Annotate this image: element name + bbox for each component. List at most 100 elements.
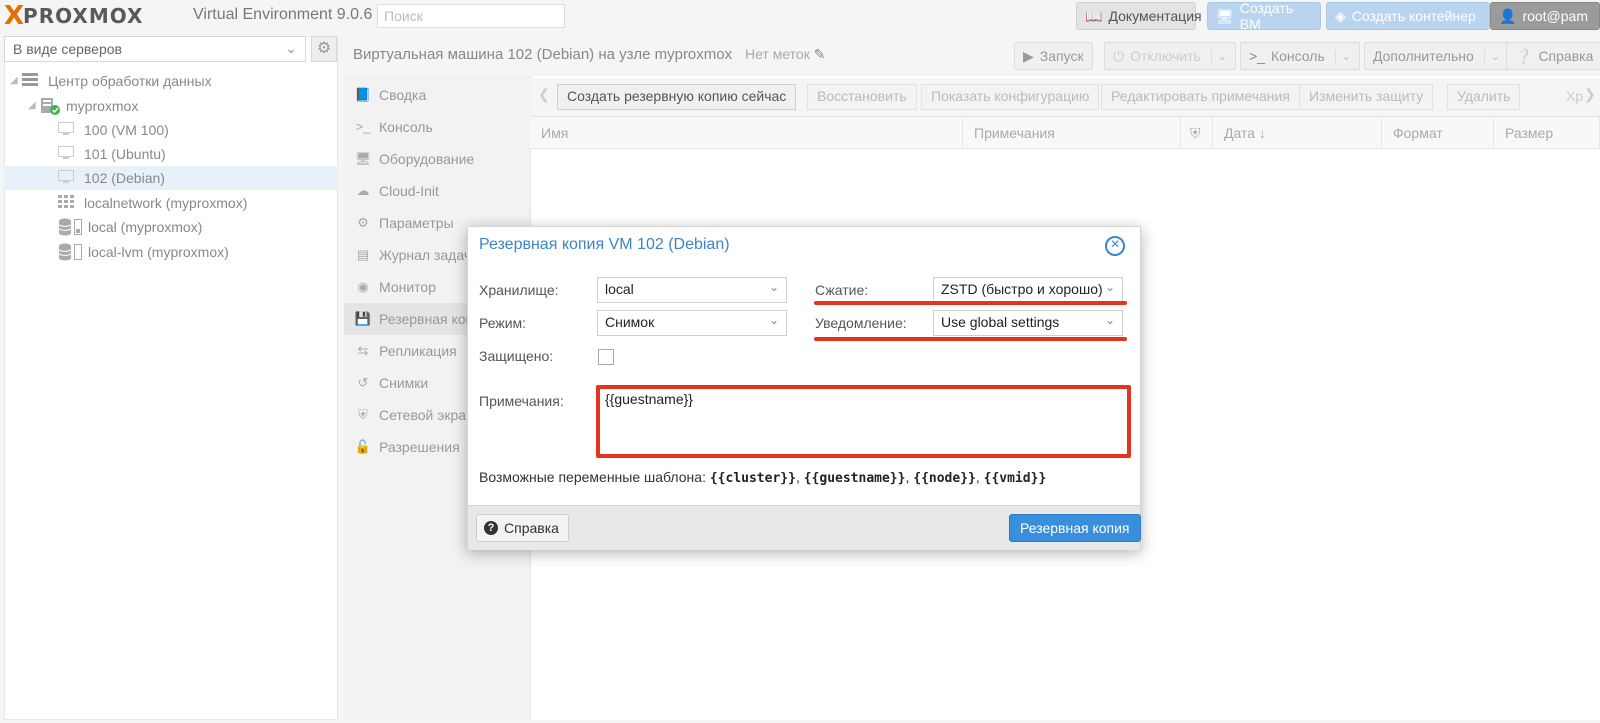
floppy-icon: 💾	[354, 311, 372, 326]
backup-submit-button[interactable]: Резервная копия	[1009, 514, 1141, 542]
collapse-icon: ◢	[28, 100, 36, 111]
protected-label: Защищено:	[479, 348, 554, 364]
nav-hardware[interactable]: 🖥 Оборудование	[344, 143, 530, 175]
mode-select[interactable]: Снимок ⌄	[597, 310, 787, 336]
proxmox-logo: X PROXMOX	[4, 1, 144, 31]
backup-now-button[interactable]: Создать резервную копию сейчас	[557, 84, 797, 110]
book-icon: 📖	[1085, 7, 1103, 24]
vm-icon	[58, 122, 74, 135]
question-icon: ?	[484, 521, 498, 535]
view-selector[interactable]: В виде серверов ⌄	[4, 36, 306, 62]
tree-item-localnetwork[interactable]: localnetwork (myproxmox)	[4, 191, 338, 215]
highlight-underline-compression	[814, 301, 1127, 305]
notes-label: Примечания:	[479, 393, 564, 409]
column-name[interactable]: Имя	[530, 117, 963, 149]
column-format[interactable]: Формат	[1382, 117, 1494, 149]
dialog-title: Резервная копия VM 102 (Debian)	[479, 236, 730, 253]
network-icon	[58, 195, 74, 208]
vm-icon	[58, 146, 74, 159]
column-date[interactable]: Дата ↓	[1213, 117, 1382, 149]
edit-notes-button[interactable]: Редактировать примечания	[1101, 84, 1300, 110]
nav-cloud-init[interactable]: ☁ Cloud-Init	[344, 175, 530, 207]
compression-label: Сжатие:	[815, 282, 869, 298]
collapse-icon: ◢	[10, 75, 18, 86]
dialog-help-button[interactable]: ? Справка	[476, 514, 569, 542]
page-title: Виртуальная машина 102 (Debian) на узле …	[353, 46, 733, 63]
create-vm-button[interactable]: 🖥 Создать ВМ	[1207, 0, 1321, 32]
cube-icon: ◈	[1335, 7, 1346, 24]
retweet-icon: ⇆	[357, 343, 369, 358]
storage-label: Хранилище:	[479, 282, 559, 298]
tags-editor[interactable]: Нет меток ✎	[745, 46, 825, 63]
cloud-icon: ☁	[356, 183, 370, 198]
shutdown-button[interactable]: ⏻ Отключить ⌄	[1104, 42, 1237, 70]
restore-button[interactable]: Восстановить	[807, 84, 917, 110]
datacenter-icon	[22, 73, 38, 86]
scroll-right-icon[interactable]: ❯	[1584, 86, 1596, 103]
help-button[interactable]: ❔ Справка	[1506, 42, 1600, 70]
shield-icon: ⛨	[358, 407, 368, 422]
highlight-box-notes	[596, 385, 1131, 458]
documentation-button[interactable]: 📖 Документация	[1076, 2, 1202, 30]
terminal-icon: >_	[1249, 48, 1265, 64]
show-config-button[interactable]: Показать конфигурацию	[921, 84, 1100, 110]
mode-label: Режим:	[479, 315, 527, 331]
tree-item-node[interactable]: ◢ myproxmox	[4, 94, 338, 118]
shield-icon[interactable]: ⛨	[1181, 117, 1213, 149]
nav-console[interactable]: >_ Консоль	[344, 111, 530, 143]
notification-select[interactable]: Use global settings ⌄	[933, 310, 1123, 336]
scroll-left-icon[interactable]: ❮	[538, 86, 550, 103]
console-button[interactable]: >_ Консоль ⌄	[1240, 42, 1360, 70]
unlock-icon: 🔓	[354, 439, 372, 454]
close-icon[interactable]: ×	[1105, 236, 1125, 256]
storage-icon	[58, 243, 82, 261]
product-version: Virtual Environment 9.0.6	[193, 6, 373, 23]
create-container-button[interactable]: ◈ Создать контейнер	[1326, 2, 1490, 30]
storage-selector-truncated[interactable]: Хр	[1566, 88, 1583, 104]
column-notes[interactable]: Примечания	[963, 117, 1181, 149]
vm-icon	[58, 170, 74, 183]
question-icon: ❔	[1515, 47, 1533, 64]
play-icon: ▶	[1023, 47, 1034, 64]
tree-item-vm-101[interactable]: 101 (Ubuntu)	[4, 142, 338, 166]
chevron-down-icon[interactable]: ⌄	[1334, 49, 1351, 63]
gear-icon: ⚙	[357, 215, 369, 230]
search-input[interactable]: Поиск	[377, 4, 565, 28]
chevron-down-icon[interactable]: ⌄	[1210, 49, 1227, 63]
protected-checkbox[interactable]	[598, 349, 614, 365]
user-menu-button[interactable]: 👤 root@pam	[1490, 2, 1600, 30]
tree-item-datacenter[interactable]: ◢ Центр обработки данных	[4, 69, 338, 93]
terminal-icon: >_	[355, 119, 371, 134]
delete-button[interactable]: Удалить	[1447, 84, 1521, 110]
node-icon	[41, 98, 60, 115]
highlight-underline-notification	[814, 337, 1127, 341]
more-button[interactable]: Дополнительно ⌄	[1364, 42, 1509, 70]
storage-select[interactable]: local ⌄	[597, 277, 787, 303]
change-protection-button[interactable]: Изменить защиту	[1299, 84, 1434, 110]
user-icon: 👤	[1499, 7, 1517, 24]
sort-desc-icon: ↓	[1258, 125, 1266, 141]
power-icon: ⏻	[1113, 47, 1125, 64]
chevron-down-icon[interactable]: ⌄	[1483, 49, 1500, 63]
monitor-icon: 🖥	[354, 151, 372, 166]
nav-summary[interactable]: 📘 Сводка	[344, 79, 530, 111]
list-icon: ▤	[356, 247, 370, 262]
chevron-down-icon: ⌄	[1104, 280, 1115, 294]
notification-label: Уведомление:	[815, 315, 907, 331]
chevron-down-icon: ⌄	[768, 313, 779, 327]
chevron-down-icon: ⌄	[285, 40, 297, 56]
compression-select[interactable]: ZSTD (быстро и хорошо) ⌄	[933, 277, 1123, 303]
tree-item-local[interactable]: local (myproxmox)	[4, 215, 338, 239]
desktop-icon: 🖥	[1216, 7, 1234, 24]
history-icon: ↺	[357, 375, 369, 390]
tree-item-vm-100[interactable]: 100 (VM 100)	[4, 118, 338, 142]
tree-item-local-lvm[interactable]: local-lvm (myproxmox)	[4, 240, 338, 264]
book-icon: 📘	[354, 87, 372, 102]
chevron-down-icon: ⌄	[1104, 313, 1115, 327]
tree-item-vm-102[interactable]: 102 (Debian)	[4, 166, 338, 190]
gear-icon[interactable]: ⚙	[311, 36, 337, 62]
pencil-icon[interactable]: ✎	[814, 46, 826, 62]
chevron-down-icon: ⌄	[768, 280, 779, 294]
start-button[interactable]: ▶ Запуск	[1014, 42, 1093, 70]
column-size[interactable]: Размер	[1494, 117, 1600, 149]
